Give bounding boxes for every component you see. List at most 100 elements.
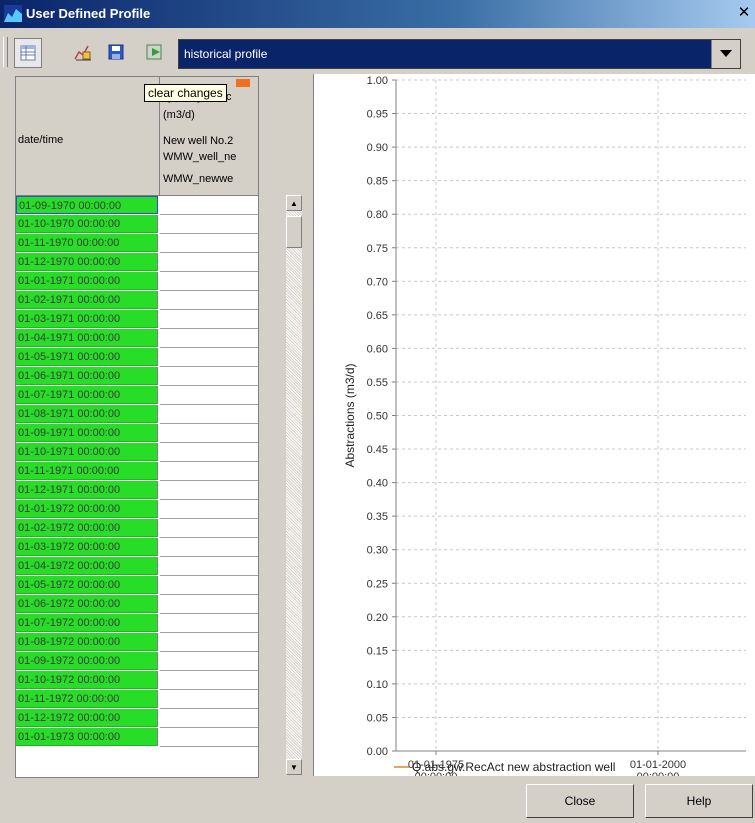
help-button[interactable]: Help: [645, 784, 753, 818]
table-row[interactable]: 01-03-1971 00:00:00: [16, 310, 258, 329]
table-row[interactable]: 01-03-1972 00:00:00: [16, 538, 258, 557]
datetime-cell[interactable]: 01-02-1971 00:00:00: [16, 291, 158, 309]
value-cell[interactable]: [160, 329, 258, 348]
table-row[interactable]: 01-10-1971 00:00:00: [16, 443, 258, 462]
datetime-cell[interactable]: 01-01-1971 00:00:00: [16, 272, 158, 290]
value-cell[interactable]: [160, 348, 258, 367]
table-row[interactable]: 01-09-1971 00:00:00: [16, 424, 258, 443]
datetime-cell[interactable]: 01-05-1972 00:00:00: [16, 576, 158, 594]
scroll-up-button[interactable]: ▲: [286, 195, 302, 211]
chevron-down-icon[interactable]: [711, 40, 740, 68]
value-cell[interactable]: [160, 709, 258, 728]
table-row[interactable]: 01-02-1972 00:00:00: [16, 519, 258, 538]
value-cell[interactable]: [160, 519, 258, 538]
table-row[interactable]: 01-02-1971 00:00:00: [16, 291, 258, 310]
table-vertical-scrollbar[interactable]: ▲ ▼: [286, 195, 302, 775]
datetime-cell[interactable]: 01-01-1972 00:00:00: [16, 500, 158, 518]
value-cell[interactable]: [160, 443, 258, 462]
value-cell[interactable]: [160, 595, 258, 614]
table-row[interactable]: 01-04-1971 00:00:00: [16, 329, 258, 348]
table-row[interactable]: 01-06-1972 00:00:00: [16, 595, 258, 614]
datetime-column-header[interactable]: date/time: [16, 77, 160, 196]
scroll-down-button[interactable]: ▼: [286, 759, 302, 775]
datetime-cell[interactable]: 01-12-1970 00:00:00: [16, 253, 158, 271]
table-row[interactable]: 01-04-1972 00:00:00: [16, 557, 258, 576]
value-cell[interactable]: [160, 614, 258, 633]
datetime-cell[interactable]: 01-12-1971 00:00:00: [16, 481, 158, 499]
table-row[interactable]: 01-05-1971 00:00:00: [16, 348, 258, 367]
datetime-cell[interactable]: 01-03-1971 00:00:00: [16, 310, 158, 328]
datetime-cell[interactable]: 01-03-1972 00:00:00: [16, 538, 158, 556]
datetime-cell[interactable]: 01-01-1973 00:00:00: [16, 728, 158, 746]
datetime-cell[interactable]: 01-07-1971 00:00:00: [16, 386, 158, 404]
value-cell[interactable]: [160, 215, 258, 234]
datetime-cell[interactable]: 01-04-1972 00:00:00: [16, 557, 158, 575]
table-row[interactable]: 01-07-1972 00:00:00: [16, 614, 258, 633]
value-cell[interactable]: [160, 310, 258, 329]
value-cell[interactable]: [160, 671, 258, 690]
value-cell[interactable]: [160, 690, 258, 709]
profile-select[interactable]: historical profile: [178, 39, 741, 69]
value-cell[interactable]: [160, 576, 258, 595]
value-cell[interactable]: [160, 196, 258, 215]
table-row[interactable]: 01-07-1971 00:00:00: [16, 386, 258, 405]
table-row[interactable]: 01-09-1970 00:00:00: [16, 196, 258, 215]
table-row[interactable]: 01-01-1972 00:00:00: [16, 500, 258, 519]
chart-edit-button[interactable]: [70, 38, 96, 66]
value-cell[interactable]: [160, 633, 258, 652]
table-view-button[interactable]: [14, 38, 42, 68]
table-row[interactable]: 01-06-1971 00:00:00: [16, 367, 258, 386]
table-row[interactable]: 01-12-1971 00:00:00: [16, 481, 258, 500]
datetime-cell[interactable]: 01-06-1971 00:00:00: [16, 367, 158, 385]
value-cell[interactable]: [160, 291, 258, 310]
value-cell[interactable]: [160, 538, 258, 557]
table-row[interactable]: 01-01-1973 00:00:00: [16, 728, 258, 747]
toolbar-grip[interactable]: [3, 37, 8, 67]
datetime-cell[interactable]: 01-07-1972 00:00:00: [16, 614, 158, 632]
value-cell[interactable]: [160, 481, 258, 500]
value-cell[interactable]: [160, 405, 258, 424]
value-cell[interactable]: [160, 557, 258, 576]
value-cell[interactable]: [160, 652, 258, 671]
datetime-cell[interactable]: 01-08-1971 00:00:00: [16, 405, 158, 423]
datetime-cell[interactable]: 01-05-1971 00:00:00: [16, 348, 158, 366]
datetime-cell[interactable]: 01-02-1972 00:00:00: [16, 519, 158, 537]
datetime-cell[interactable]: 01-12-1972 00:00:00: [16, 709, 158, 727]
datetime-cell[interactable]: 01-04-1971 00:00:00: [16, 329, 158, 347]
table-row[interactable]: 01-01-1971 00:00:00: [16, 272, 258, 291]
table-row[interactable]: 01-12-1972 00:00:00: [16, 709, 258, 728]
table-row[interactable]: 01-10-1970 00:00:00: [16, 215, 258, 234]
table-row[interactable]: 01-11-1972 00:00:00: [16, 690, 258, 709]
table-row[interactable]: 01-10-1972 00:00:00: [16, 671, 258, 690]
value-cell[interactable]: [160, 272, 258, 291]
close-window-icon[interactable]: ✕: [735, 4, 753, 22]
table-row[interactable]: 01-12-1970 00:00:00: [16, 253, 258, 272]
datetime-cell[interactable]: 01-11-1970 00:00:00: [16, 234, 158, 252]
value-cell[interactable]: [160, 386, 258, 405]
table-row[interactable]: 01-08-1972 00:00:00: [16, 633, 258, 652]
datetime-cell[interactable]: 01-09-1971 00:00:00: [16, 424, 158, 442]
datetime-cell[interactable]: 01-10-1970 00:00:00: [16, 215, 158, 233]
value-cell[interactable]: [160, 462, 258, 481]
value-cell[interactable]: [160, 424, 258, 443]
save-button[interactable]: [103, 38, 129, 66]
table-row[interactable]: 01-05-1972 00:00:00: [16, 576, 258, 595]
clear-changes-button[interactable]: [142, 38, 168, 66]
scroll-thumb[interactable]: [286, 216, 302, 248]
table-row[interactable]: 01-08-1971 00:00:00: [16, 405, 258, 424]
datetime-cell[interactable]: 01-10-1971 00:00:00: [16, 443, 158, 461]
datetime-cell[interactable]: 01-08-1972 00:00:00: [16, 633, 158, 651]
value-cell[interactable]: [160, 728, 258, 747]
value-cell[interactable]: [160, 500, 258, 519]
datetime-cell[interactable]: 01-06-1972 00:00:00: [16, 595, 158, 613]
table-row[interactable]: 01-11-1971 00:00:00: [16, 462, 258, 481]
value-cell[interactable]: [160, 367, 258, 386]
datetime-cell[interactable]: 01-11-1971 00:00:00: [16, 462, 158, 480]
datetime-cell[interactable]: 01-11-1972 00:00:00: [16, 690, 158, 708]
datetime-cell[interactable]: 01-09-1972 00:00:00: [16, 652, 158, 670]
table-row[interactable]: 01-09-1972 00:00:00: [16, 652, 258, 671]
value-cell[interactable]: [160, 234, 258, 253]
table-row[interactable]: 01-11-1970 00:00:00: [16, 234, 258, 253]
datetime-cell[interactable]: 01-09-1970 00:00:00: [16, 196, 158, 214]
close-button[interactable]: Close: [526, 784, 634, 818]
